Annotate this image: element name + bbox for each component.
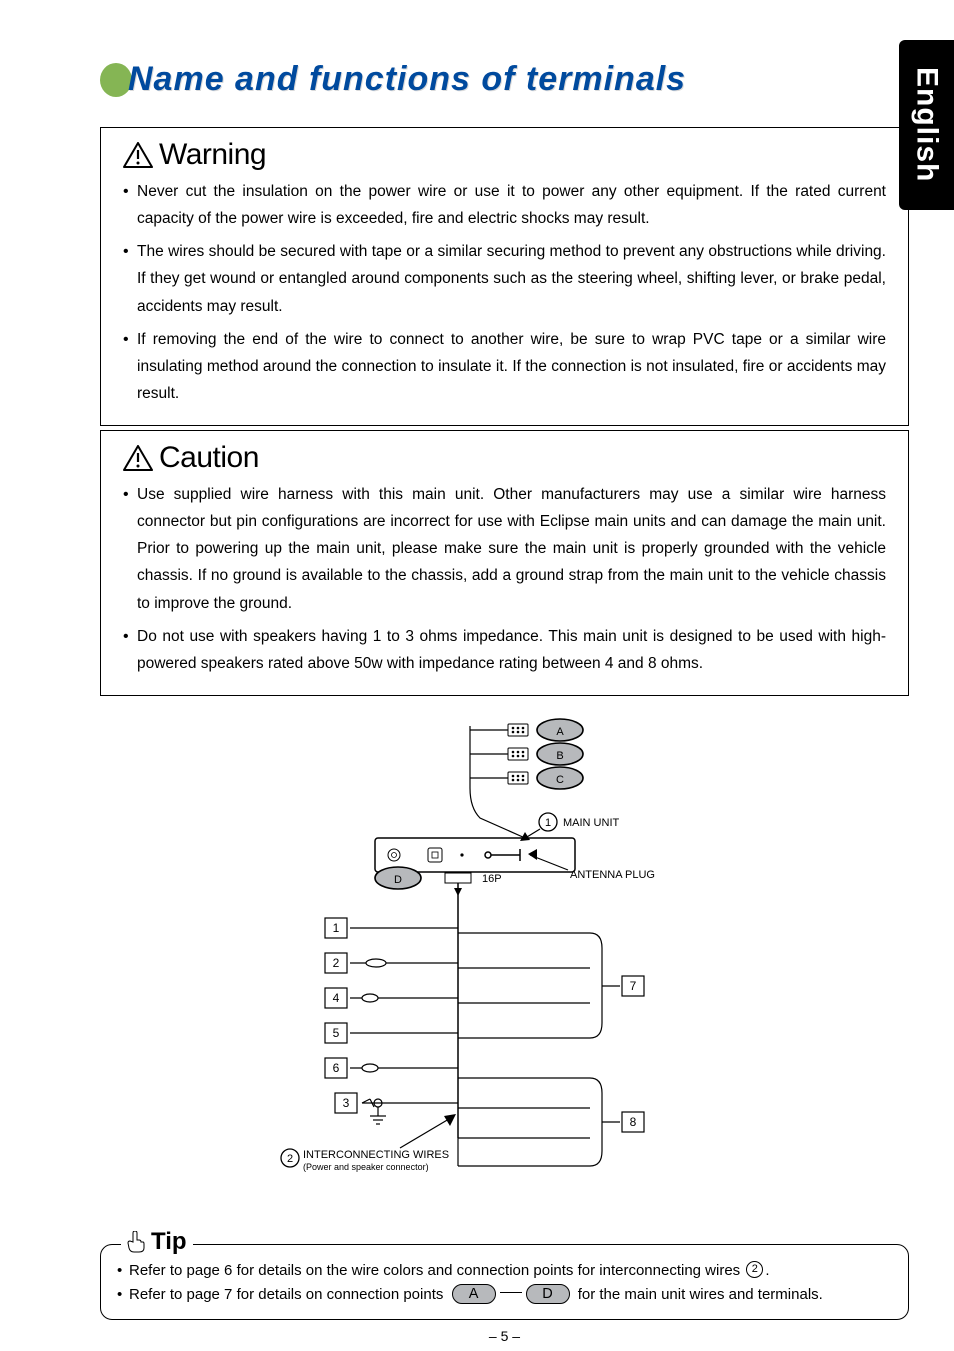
num-box-4: 4 [332, 991, 339, 1005]
label-main-unit: MAIN UNIT [563, 817, 620, 829]
oval-a-label: A [556, 726, 564, 738]
caution-box: Caution Use supplied wire harness with t… [100, 430, 909, 696]
warning-triangle-icon [123, 142, 153, 168]
tip-text: Refer to page 6 for details on the wire … [129, 1262, 744, 1279]
inline-oval-d: D [526, 1284, 570, 1304]
inline-oval-a: A [452, 1284, 496, 1304]
page-number: – 5 – [100, 1328, 909, 1344]
tip-heading: Tip [151, 1228, 187, 1256]
circle-1: 1 [544, 817, 550, 829]
oval-d-label: D [394, 874, 402, 886]
tip-text: Refer to page 7 for details on connectio… [129, 1286, 448, 1303]
tip-text: . [765, 1262, 769, 1279]
caution-triangle-icon [123, 445, 153, 471]
warning-item: The wires should be secured with tape or… [123, 238, 886, 319]
tip-item: Refer to page 6 for details on the wire … [117, 1259, 892, 1283]
oval-b-label: B [556, 750, 563, 762]
label-interconnecting-wires: INTERCONNECTING WIRES [303, 1149, 449, 1161]
hand-point-icon [127, 1231, 145, 1253]
num-box-8: 8 [629, 1115, 636, 1129]
caution-list: Use supplied wire harness with this main… [123, 481, 886, 677]
label-interconnecting-wires-sub: (Power and speaker connector) [303, 1162, 429, 1172]
warning-item: If removing the end of the wire to conne… [123, 326, 886, 407]
warning-header: Warning [123, 138, 886, 172]
warning-box: Warning Never cut the insulation on the … [100, 127, 909, 426]
num-box-5: 5 [332, 1026, 339, 1040]
label-antenna-plug: ANTENNA PLUG [570, 869, 655, 881]
caution-item: Do not use with speakers having 1 to 3 o… [123, 623, 886, 677]
tip-label: Tip [121, 1228, 193, 1256]
tip-list: Refer to page 6 for details on the wire … [117, 1259, 892, 1307]
warning-list: Never cut the insulation on the power wi… [123, 178, 886, 407]
circle-2: 2 [286, 1153, 292, 1165]
tip-box: Tip Refer to page 6 for details on the w… [100, 1244, 909, 1320]
num-box-1: 1 [332, 921, 339, 935]
language-tab-label: English [910, 67, 944, 182]
tip-text: for the main unit wires and terminals. [574, 1286, 823, 1303]
num-box-6: 6 [332, 1061, 339, 1075]
warning-item: Never cut the insulation on the power wi… [123, 178, 886, 232]
label-16p: 16P [482, 873, 502, 885]
tip-item: Refer to page 7 for details on connectio… [117, 1283, 892, 1307]
oval-c-label: C [556, 774, 564, 786]
wiring-diagram-svg: D 16P ANTENNA PLUG 1 MAIN UNIT [270, 718, 740, 1188]
page-title: Name and functions of terminals [128, 60, 686, 99]
wiring-diagram: D 16P ANTENNA PLUG 1 MAIN UNIT [100, 718, 909, 1188]
inline-circle-2: 2 [746, 1261, 763, 1278]
caution-title: Caution [159, 441, 259, 475]
caution-header: Caution [123, 441, 886, 475]
section-title-row: Name and functions of terminals [100, 60, 909, 99]
warning-title: Warning [159, 138, 266, 172]
caution-item: Use supplied wire harness with this main… [123, 481, 886, 617]
num-box-2: 2 [332, 956, 339, 970]
num-box-7: 7 [629, 979, 636, 993]
num-box-3: 3 [342, 1096, 349, 1110]
language-tab: English [899, 40, 954, 210]
dash-icon [500, 1292, 522, 1293]
